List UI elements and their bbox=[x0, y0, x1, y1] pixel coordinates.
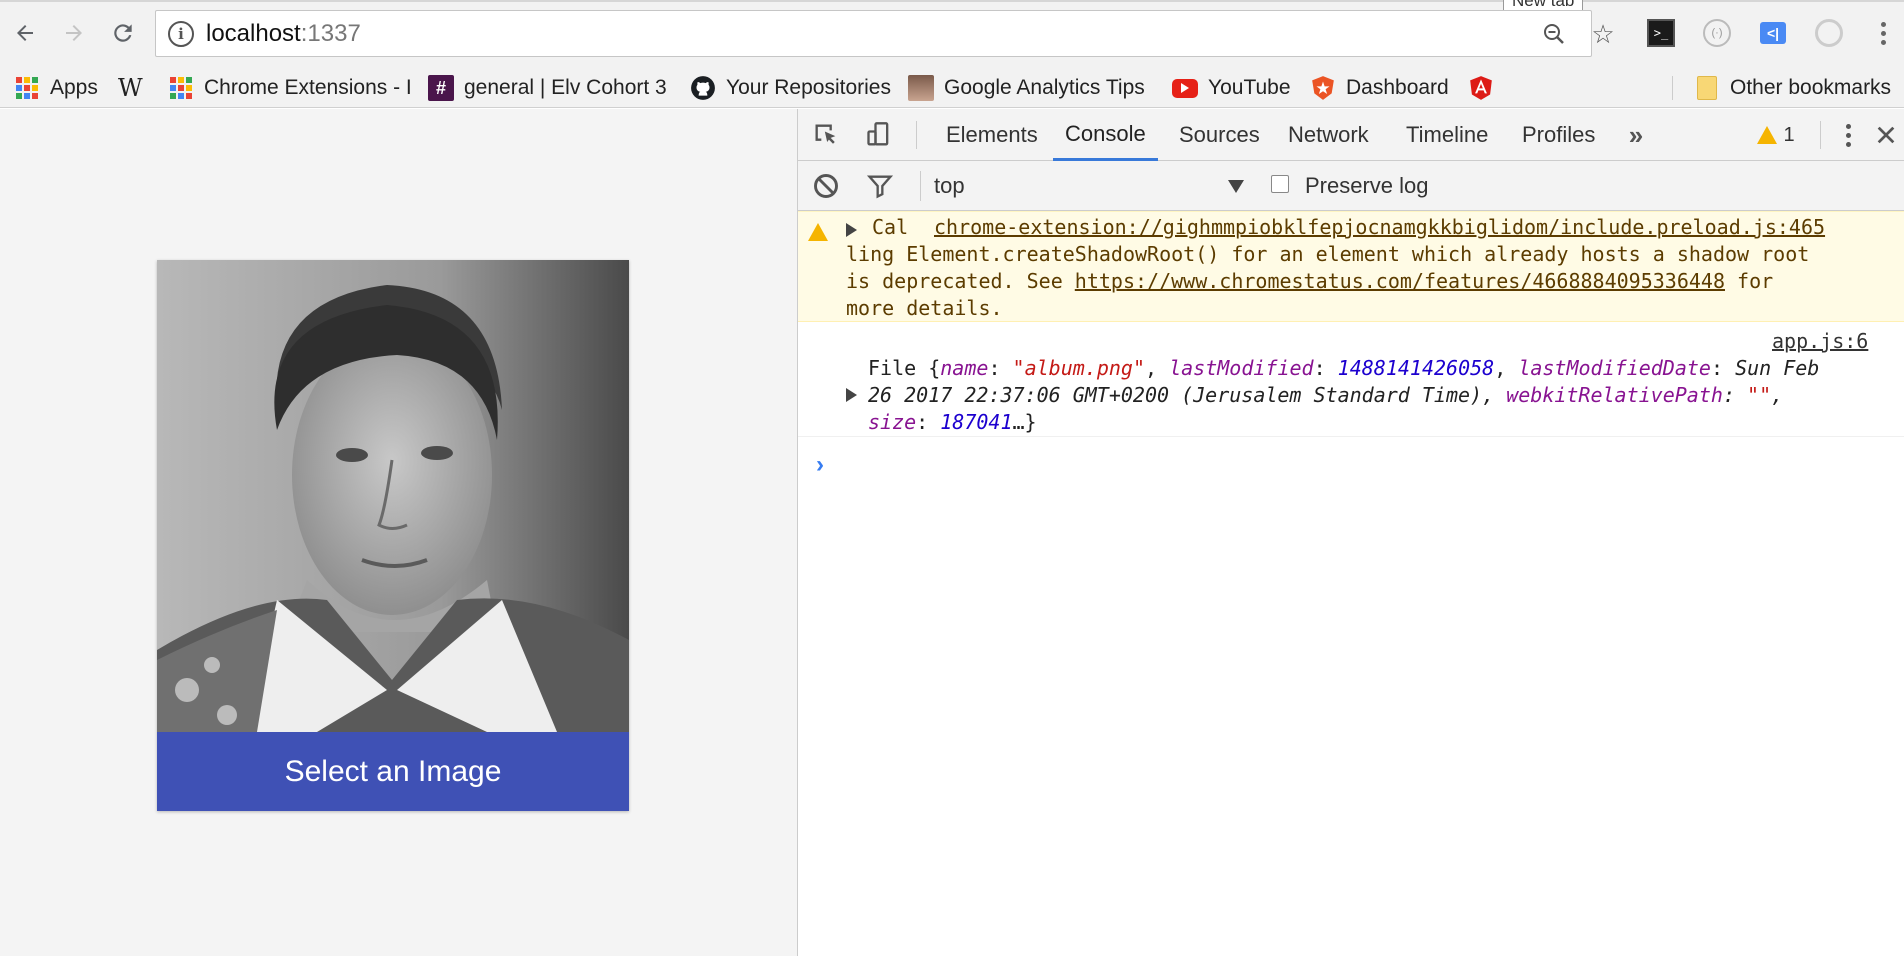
bookmark-dashboard[interactable]: Dashboard bbox=[1310, 68, 1449, 108]
tab-timeline[interactable]: Timeline bbox=[1406, 109, 1488, 161]
devtools-menu-icon[interactable] bbox=[1832, 119, 1864, 151]
warning-counter[interactable]: 1 bbox=[1746, 119, 1806, 151]
bookmark-google-analytics-tips[interactable]: Google Analytics Tips bbox=[908, 68, 1144, 108]
warning-prefix: Cal bbox=[872, 215, 909, 239]
inspect-element-icon[interactable] bbox=[810, 119, 842, 151]
console-log-message: app.js:6 File {name: "album.png", lastMo… bbox=[798, 322, 1904, 437]
slack-hash-icon: # bbox=[428, 75, 454, 101]
zoom-icon[interactable] bbox=[1539, 19, 1569, 49]
auth0-shield-icon bbox=[1310, 75, 1336, 101]
url-text[interactable]: localhost:1337 bbox=[206, 19, 361, 49]
apps-grid-icon bbox=[168, 75, 194, 101]
angular-icon bbox=[1468, 75, 1494, 101]
log-source-link[interactable]: app.js:6 bbox=[1772, 328, 1868, 355]
selected-image bbox=[157, 260, 629, 732]
youtube-icon bbox=[1172, 75, 1198, 101]
browser-toolbar: New tab i localhost:1337 ☆ >_ (·) <| bbox=[0, 0, 1904, 68]
expand-arrow-icon[interactable] bbox=[846, 223, 857, 237]
context-selector[interactable]: top bbox=[934, 161, 1244, 211]
bookmark-chrome-extensions[interactable]: Chrome Extensions - I bbox=[168, 68, 442, 108]
avatar-icon bbox=[908, 75, 934, 101]
clear-console-icon[interactable] bbox=[810, 170, 842, 202]
warning-icon bbox=[1757, 126, 1778, 144]
image-card: Select an Image bbox=[157, 260, 629, 811]
star-bookmark-icon[interactable]: ☆ bbox=[1588, 19, 1618, 49]
filter-icon[interactable] bbox=[864, 170, 896, 202]
bookmark-youtube[interactable]: YouTube bbox=[1172, 68, 1291, 108]
warning-source-link[interactable]: chrome-extension://gighmmpiobklfepjocnam… bbox=[934, 214, 1825, 241]
wikipedia-icon: W bbox=[118, 74, 143, 102]
page-viewport: Select an Image bbox=[0, 109, 797, 956]
console-warning-message: Cal chrome-extension://gighmmpiobklfepjo… bbox=[798, 211, 1904, 322]
bookmark-other-bookmarks[interactable]: Other bookmarks bbox=[1694, 68, 1891, 108]
tab-sources[interactable]: Sources bbox=[1179, 109, 1260, 161]
warning-icon bbox=[808, 223, 828, 241]
arrow-left-icon bbox=[17, 25, 33, 41]
terminal-extension-icon[interactable]: >_ bbox=[1644, 16, 1678, 50]
bookmark-angular[interactable] bbox=[1468, 68, 1504, 108]
console-filter-bar: top Preserve log bbox=[798, 161, 1904, 211]
bookmarks-bar: Apps W Chrome Extensions - I # general |… bbox=[0, 68, 1904, 108]
grey-circle-extension-icon[interactable] bbox=[1812, 16, 1846, 50]
bookmark-apps[interactable]: Apps bbox=[14, 68, 98, 108]
back-button[interactable] bbox=[8, 16, 42, 50]
select-image-button[interactable]: Select an Image bbox=[157, 732, 629, 811]
tab-network[interactable]: Network bbox=[1288, 109, 1369, 161]
tab-elements[interactable]: Elements bbox=[946, 109, 1038, 161]
blue-extension-icon[interactable]: <| bbox=[1756, 16, 1790, 50]
tab-console[interactable]: Console bbox=[1053, 109, 1158, 161]
bookmark-separator bbox=[1672, 76, 1673, 100]
info-icon[interactable]: i bbox=[168, 21, 194, 47]
forward-button[interactable] bbox=[57, 16, 91, 50]
bookmark-slack-general[interactable]: # general | Elv Cohort 3 bbox=[428, 68, 700, 108]
preserve-log-checkbox[interactable] bbox=[1271, 175, 1289, 193]
tab-profiles[interactable]: Profiles bbox=[1522, 109, 1595, 161]
warning-text-line: ling Element.createShadowRoot() for an e… bbox=[846, 242, 1810, 266]
reload-icon bbox=[114, 24, 132, 42]
devtools-panel: Elements Console Sources Network Timelin… bbox=[797, 109, 1904, 956]
bookmark-wikipedia[interactable]: W bbox=[118, 68, 143, 108]
log-object-line: File {name: "album.png", lastModified: 1… bbox=[868, 356, 1820, 380]
toolbar-divider bbox=[1820, 121, 1821, 149]
close-icon[interactable] bbox=[1870, 119, 1902, 151]
code-extension-icon[interactable]: (·) bbox=[1700, 16, 1734, 50]
expand-object-arrow-icon[interactable] bbox=[846, 388, 857, 402]
console-prompt[interactable]: › bbox=[816, 451, 824, 479]
warning-text-line: is deprecated. See https://www.chromesta… bbox=[846, 269, 1774, 293]
reload-button[interactable] bbox=[106, 16, 140, 50]
warning-text-line: more details. bbox=[846, 296, 1003, 320]
address-bar[interactable]: i localhost:1337 ☆ bbox=[155, 10, 1615, 57]
devtools-tabbar: Elements Console Sources Network Timelin… bbox=[798, 109, 1904, 161]
arrow-right-icon bbox=[66, 25, 82, 41]
filter-divider bbox=[920, 171, 921, 201]
log-object-line: 26 2017 22:37:06 GMT+0200 (Jerusalem Sta… bbox=[868, 383, 1784, 407]
dropdown-arrow-icon bbox=[1228, 180, 1244, 193]
chromestatus-link[interactable]: https://www.chromestatus.com/features/46… bbox=[1075, 269, 1725, 293]
more-tabs-chevron-icon[interactable]: » bbox=[1620, 119, 1652, 151]
apps-grid-icon bbox=[14, 75, 40, 101]
bookmark-your-repositories[interactable]: Your Repositories bbox=[690, 68, 891, 108]
preserve-log-label: Preserve log bbox=[1305, 173, 1429, 198]
device-toolbar-icon[interactable] bbox=[863, 119, 895, 151]
log-object-line: size: 187041…} bbox=[868, 410, 1037, 434]
github-icon bbox=[690, 75, 716, 101]
menu-dots-icon[interactable] bbox=[1866, 16, 1900, 50]
tab-strip bbox=[0, 0, 1904, 2]
folder-icon bbox=[1694, 75, 1720, 101]
toolbar-divider bbox=[916, 121, 917, 149]
